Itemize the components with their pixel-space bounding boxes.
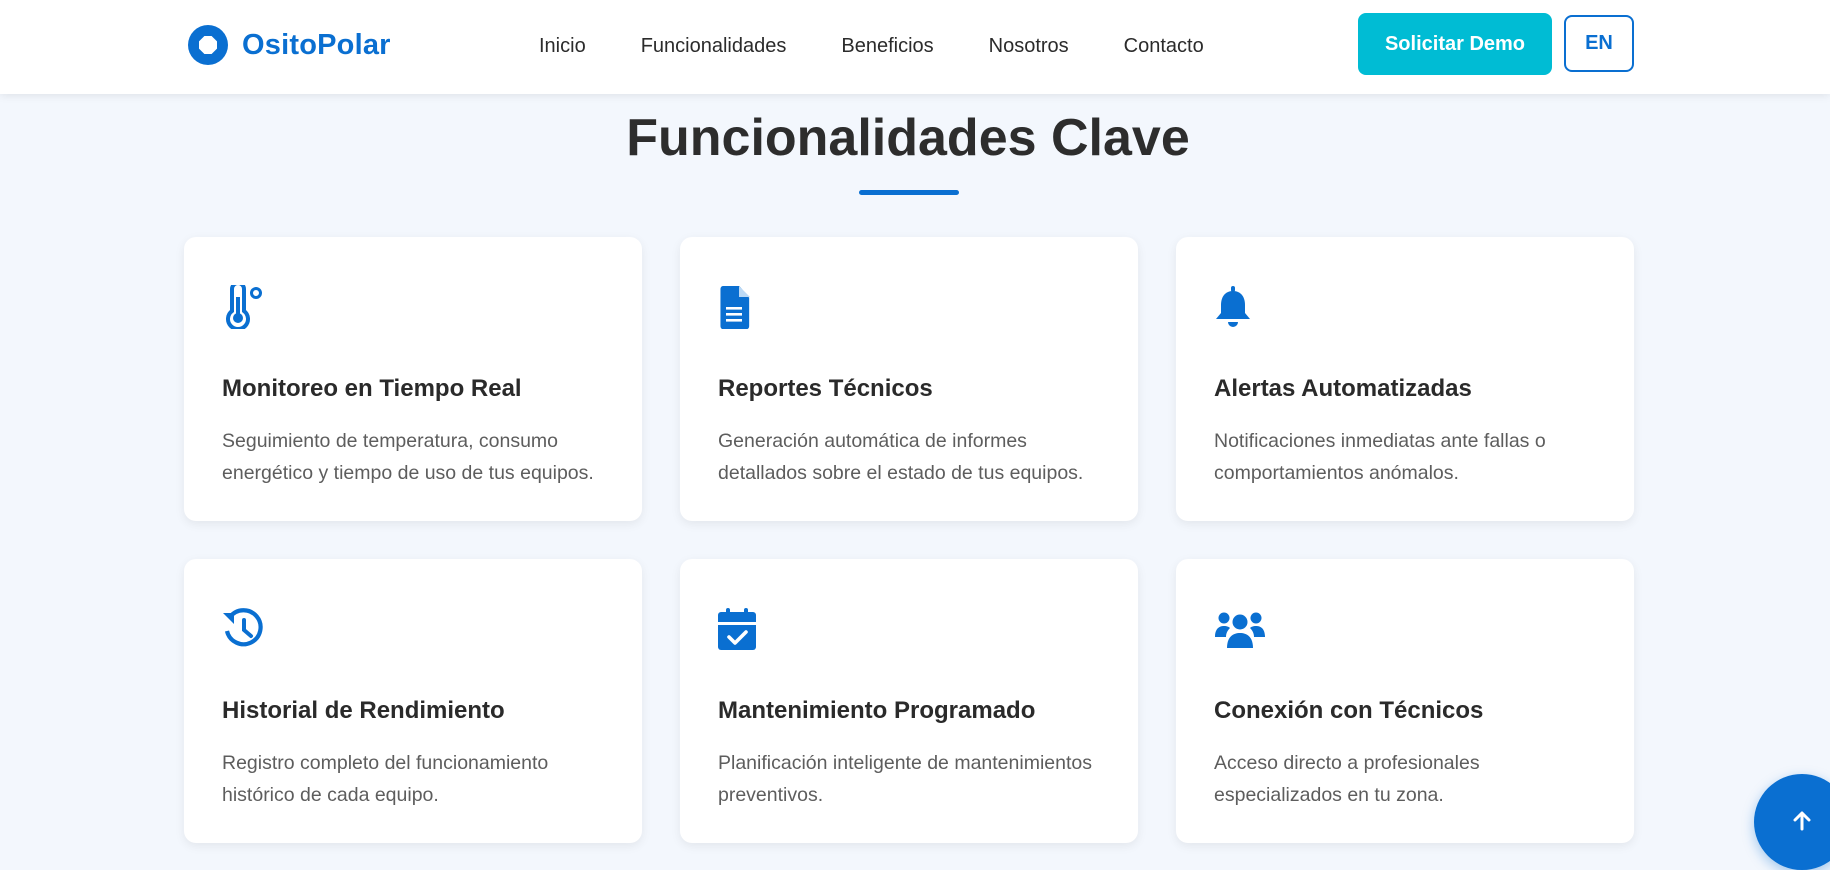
nav-link-contacto[interactable]: Contacto: [1124, 35, 1204, 58]
feature-description: Acceso directo a profesionales especiali…: [1214, 752, 1480, 806]
feature-title: Alertas Automatizadas: [1214, 375, 1472, 402]
request-demo-button[interactable]: Solicitar Demo: [1358, 13, 1552, 75]
feature-card-monitoring: Monitoreo en Tiempo Real Seguimiento de …: [184, 237, 642, 521]
document-icon: [718, 285, 760, 329]
feature-title: Conexión con Técnicos: [1214, 697, 1484, 724]
feature-title: Mantenimiento Programado: [718, 697, 1036, 724]
bell-icon: [1214, 285, 1256, 329]
feature-title: Reportes Técnicos: [718, 375, 933, 402]
scroll-to-top-button[interactable]: [1754, 774, 1830, 870]
language-toggle-button[interactable]: EN: [1564, 15, 1634, 72]
nav-link-beneficios[interactable]: Beneficios: [841, 35, 933, 58]
feature-description: Generación automática de informes detall…: [718, 430, 1084, 484]
feature-card-alerts: Alertas Automatizadas Notificaciones inm…: [1176, 237, 1634, 521]
feature-card-technicians: Conexión con Técnicos Acceso directo a p…: [1176, 559, 1634, 843]
logo-icon: [188, 25, 228, 65]
feature-card-maintenance: Mantenimiento Programado Planificación i…: [680, 559, 1138, 843]
title-underline: [859, 190, 959, 195]
feature-card-reports: Reportes Técnicos Generación automática …: [680, 237, 1138, 521]
feature-title: Monitoreo en Tiempo Real: [222, 375, 522, 402]
calendar-check-icon: [718, 607, 760, 651]
nav-link-inicio[interactable]: Inicio: [539, 35, 586, 58]
feature-description: Planificación inteligente de mantenimien…: [718, 752, 1092, 806]
feature-description: Seguimiento de temperatura, consumo ener…: [222, 430, 594, 484]
feature-description: Registro completo del funcionamiento his…: [222, 752, 549, 806]
history-icon: [222, 607, 264, 651]
nav-link-nosotros[interactable]: Nosotros: [989, 35, 1069, 58]
feature-card-history: Historial de Rendimiento Registro comple…: [184, 559, 642, 843]
main-nav: Inicio Funcionalidades Beneficios Nosotr…: [539, 30, 1259, 62]
logo-text: OsitoPolar: [242, 28, 391, 61]
logo-link[interactable]: OsitoPolar: [188, 24, 391, 66]
feature-description: Notificaciones inmediatas ante fallas o …: [1214, 430, 1546, 484]
features-grid: Monitoreo en Tiempo Real Seguimiento de …: [184, 237, 1634, 843]
arrow-up-icon: [1791, 810, 1813, 835]
nav-link-funcionalidades[interactable]: Funcionalidades: [641, 35, 787, 58]
section-title: Funcionalidades Clave: [626, 109, 1190, 167]
users-icon: [1214, 607, 1265, 651]
site-header: OsitoPolar Inicio Funcionalidades Benefi…: [0, 0, 1830, 94]
feature-title: Historial de Rendimiento: [222, 697, 505, 724]
thermometer-icon: [222, 285, 264, 329]
